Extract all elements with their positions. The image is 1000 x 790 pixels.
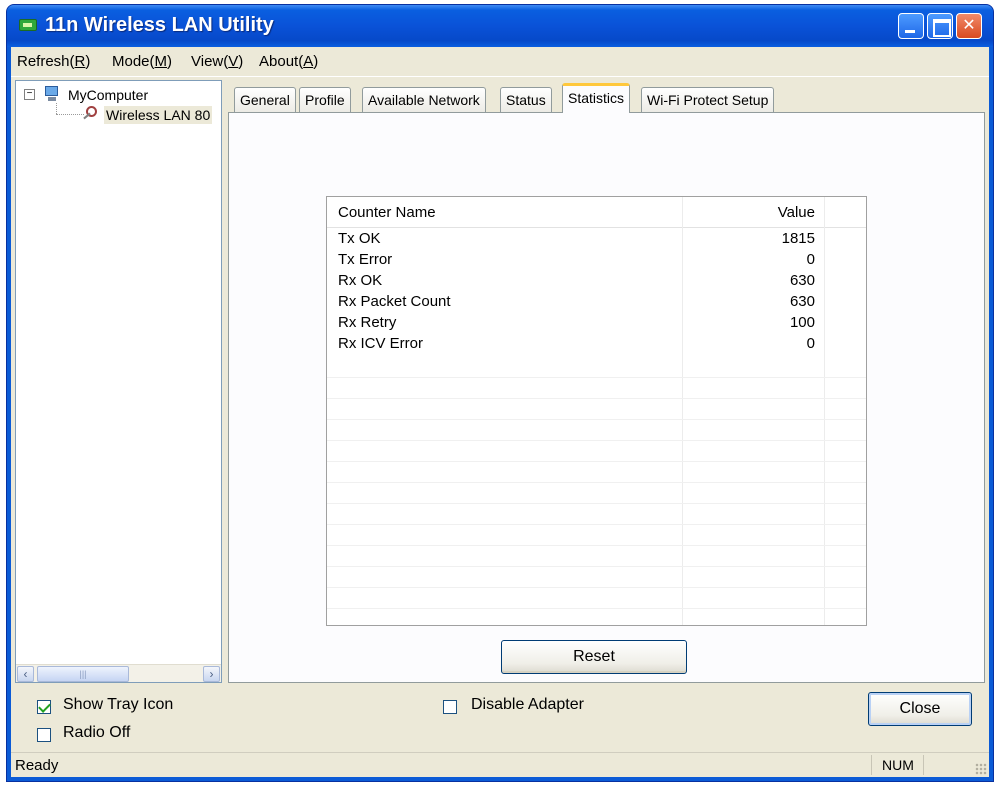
minimize-button[interactable]: [898, 13, 924, 39]
disable-adapter-label: Disable Adapter: [471, 696, 584, 713]
scroll-right-icon[interactable]: ›: [203, 666, 220, 682]
tree-item-mycomputer[interactable]: MyComputer: [68, 87, 148, 103]
show-tray-icon-label: Show Tray Icon: [63, 696, 174, 713]
tab-available-network[interactable]: Available Network: [362, 87, 486, 112]
tab-general[interactable]: General: [234, 87, 296, 112]
grid-line: [327, 503, 866, 504]
counter-name: Tx Error: [338, 251, 393, 268]
scroll-left-icon[interactable]: ‹: [17, 666, 34, 682]
grid-line: [327, 587, 866, 588]
list-header: Counter Name Value: [327, 197, 866, 228]
tab-profile[interactable]: Profile: [299, 87, 351, 112]
column-header-counter-name[interactable]: Counter Name: [338, 204, 436, 221]
show-tray-icon-checkbox[interactable]: [37, 700, 51, 714]
grid-line: [327, 398, 866, 399]
status-panel-empty: [923, 755, 973, 775]
close-window-button[interactable]: ✕: [956, 13, 982, 39]
wireless-utility-icon: [19, 19, 37, 31]
adapter-tree[interactable]: − MyComputer Wireless LAN 80 ‹ ||| ›: [15, 80, 222, 683]
scroll-thumb[interactable]: |||: [37, 666, 129, 682]
counter-name: Tx OK: [338, 230, 381, 247]
title-bar[interactable]: 11n Wireless LAN Utility ✕: [7, 5, 993, 47]
grid-line: [327, 377, 866, 378]
grid-line: [327, 440, 866, 441]
grid-line: [327, 419, 866, 420]
tree-horizontal-scrollbar[interactable]: ‹ ||| ›: [16, 664, 221, 682]
tree-connector: [56, 103, 57, 114]
counter-value: 630: [789, 272, 815, 289]
grid-line: [327, 545, 866, 546]
computer-icon: [44, 86, 60, 102]
counter-value: 630: [789, 293, 815, 310]
status-bar: Ready NUM: [11, 752, 989, 777]
disable-adapter-checkbox[interactable]: [443, 700, 457, 714]
counter-name: Rx Packet Count: [338, 293, 451, 310]
tab-panel: General Profile Available Network Status…: [228, 80, 985, 683]
tab-statistics[interactable]: Statistics: [562, 83, 631, 113]
counter-value: 100: [789, 314, 815, 331]
menu-bar: Refresh(R) Mode(M) View(V) About(A): [11, 47, 989, 77]
counter-name: Rx ICV Error: [338, 335, 424, 352]
menu-view[interactable]: View(V): [191, 53, 243, 70]
num-lock-indicator: NUM: [871, 755, 923, 775]
close-button[interactable]: Close: [868, 692, 972, 726]
table-row[interactable]: Rx Packet Count 630: [327, 292, 866, 313]
resize-grip-icon[interactable]: [975, 763, 987, 775]
counter-value: 0: [806, 251, 815, 268]
grid-line: [327, 524, 866, 525]
statistics-page: Counter Name Value Tx OK 1815 Tx Error 0: [228, 112, 985, 683]
tree-connector: [56, 114, 84, 115]
tree-item-wireless-lan[interactable]: Wireless LAN 80: [104, 106, 213, 124]
collapse-icon[interactable]: −: [24, 89, 35, 100]
menu-mode[interactable]: Mode(M): [112, 53, 172, 70]
menu-about[interactable]: About(A): [259, 53, 318, 70]
counter-name: Rx Retry: [338, 314, 397, 331]
tab-status[interactable]: Status: [500, 87, 552, 112]
grid-line: [327, 566, 866, 567]
radio-off-label: Radio Off: [63, 724, 131, 741]
client-area: Refresh(R) Mode(M) View(V) About(A) − My…: [11, 47, 989, 777]
table-row[interactable]: Rx ICV Error 0: [327, 334, 866, 355]
table-row[interactable]: Rx OK 630: [327, 271, 866, 292]
radio-off-checkbox[interactable]: [37, 728, 51, 742]
maximize-button[interactable]: [927, 13, 953, 39]
statistics-list[interactable]: Counter Name Value Tx OK 1815 Tx Error 0: [326, 196, 867, 626]
counter-value: 1815: [781, 230, 815, 247]
table-row[interactable]: Tx OK 1815: [327, 229, 866, 250]
status-text: Ready: [15, 757, 59, 774]
column-header-value[interactable]: Value: [683, 204, 815, 221]
app-window: 11n Wireless LAN Utility ✕ Refresh(R) Mo…: [6, 4, 994, 782]
table-row[interactable]: Rx Retry 100: [327, 313, 866, 334]
table-row[interactable]: Tx Error 0: [327, 250, 866, 271]
counter-value: 0: [806, 335, 815, 352]
tab-wifi-protect-setup[interactable]: Wi-Fi Protect Setup: [641, 87, 775, 112]
counter-name: Rx OK: [338, 272, 383, 289]
grid-line: [327, 608, 866, 609]
reset-button[interactable]: Reset: [501, 640, 687, 674]
grid-line: [327, 461, 866, 462]
grid-line: [327, 482, 866, 483]
window-title: 11n Wireless LAN Utility: [45, 14, 274, 36]
wireless-adapter-icon: [83, 106, 99, 122]
menu-refresh[interactable]: Refresh(R): [17, 53, 90, 70]
